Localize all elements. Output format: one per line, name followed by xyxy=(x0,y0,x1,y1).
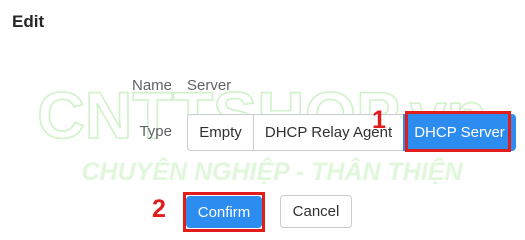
annotation-step-1: 1 xyxy=(372,106,386,134)
type-label: Type xyxy=(139,123,172,140)
dialog-title: Edit xyxy=(12,12,45,31)
cancel-button[interactable]: Cancel xyxy=(280,195,352,228)
type-option-empty[interactable]: Empty xyxy=(187,114,254,151)
type-option-dhcp-server[interactable]: DHCP Server xyxy=(403,114,516,151)
name-value: Server xyxy=(187,77,232,94)
annotation-step-2: 2 xyxy=(152,195,166,223)
watermark-tagline: CHUYÊN NGHIỆP - THÂN THIỆN xyxy=(81,156,463,186)
confirm-button[interactable]: Confirm xyxy=(186,196,262,228)
type-segmented-control: Empty DHCP Relay Agent DHCP Server xyxy=(187,114,516,151)
name-label: Name xyxy=(131,77,172,94)
